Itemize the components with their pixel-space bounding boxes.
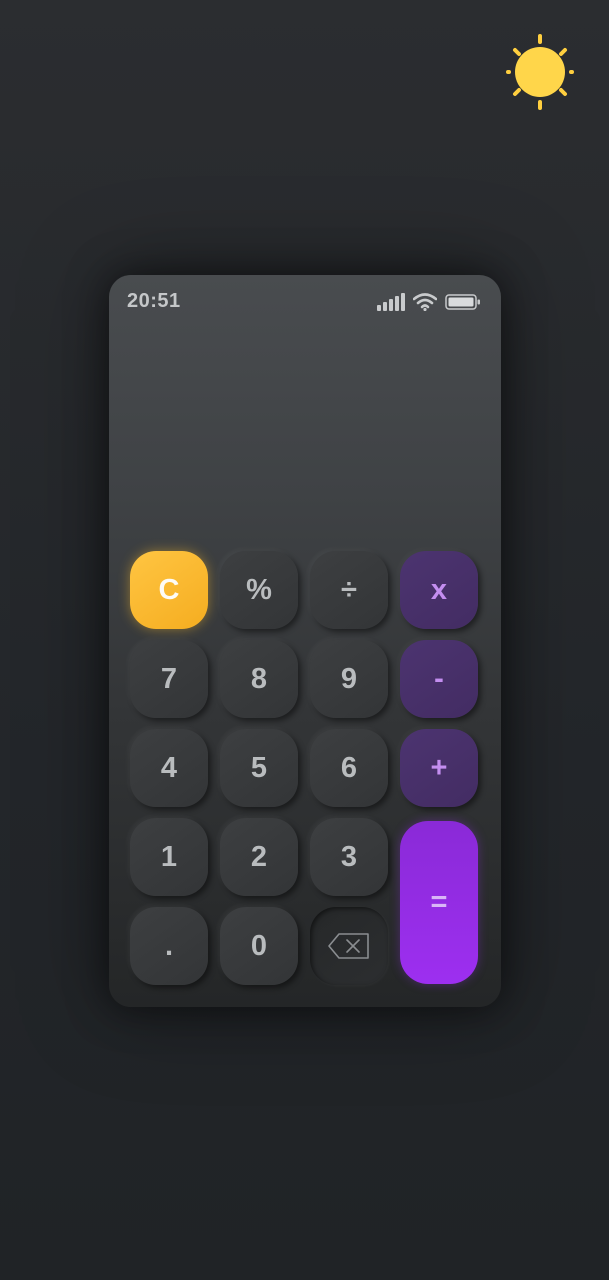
percent-button[interactable]: %	[220, 551, 298, 629]
digit-7-button[interactable]: 7	[130, 640, 208, 718]
status-time: 20:51	[127, 290, 181, 312]
divide-button[interactable]: ÷	[310, 551, 388, 629]
digit-1-button[interactable]: 1	[130, 818, 208, 896]
decimal-button[interactable]: .	[130, 907, 208, 985]
backspace-icon	[328, 933, 369, 959]
theme-toggle-button[interactable]	[504, 32, 576, 112]
minus-button[interactable]: -	[400, 640, 478, 718]
status-bar: 20:51	[109, 275, 501, 325]
calculator-display	[129, 335, 481, 535]
page: 20:51 C % ÷ x 7 8 9 - 4 5 6 + 1 2 3 = . …	[0, 0, 609, 1280]
signal-icon	[377, 293, 405, 311]
status-icons	[377, 292, 481, 312]
digit-2-button[interactable]: 2	[220, 818, 298, 896]
wifi-icon	[413, 293, 437, 311]
digit-5-button[interactable]: 5	[220, 729, 298, 807]
digit-6-button[interactable]: 6	[310, 729, 388, 807]
equals-button[interactable]: =	[400, 821, 478, 984]
backspace-button[interactable]	[310, 907, 388, 985]
digit-3-button[interactable]: 3	[310, 818, 388, 896]
clear-button[interactable]: C	[130, 551, 208, 629]
multiply-button[interactable]: x	[400, 551, 478, 629]
digit-4-button[interactable]: 4	[130, 729, 208, 807]
battery-icon	[445, 294, 480, 310]
calculator-card: 20:51 C % ÷ x 7 8 9 - 4 5 6 + 1 2 3 = . …	[109, 275, 501, 1007]
sun-icon	[506, 34, 574, 110]
digit-0-button[interactable]: 0	[220, 907, 298, 985]
digit-9-button[interactable]: 9	[310, 640, 388, 718]
digit-8-button[interactable]: 8	[220, 640, 298, 718]
plus-button[interactable]: +	[400, 729, 478, 807]
